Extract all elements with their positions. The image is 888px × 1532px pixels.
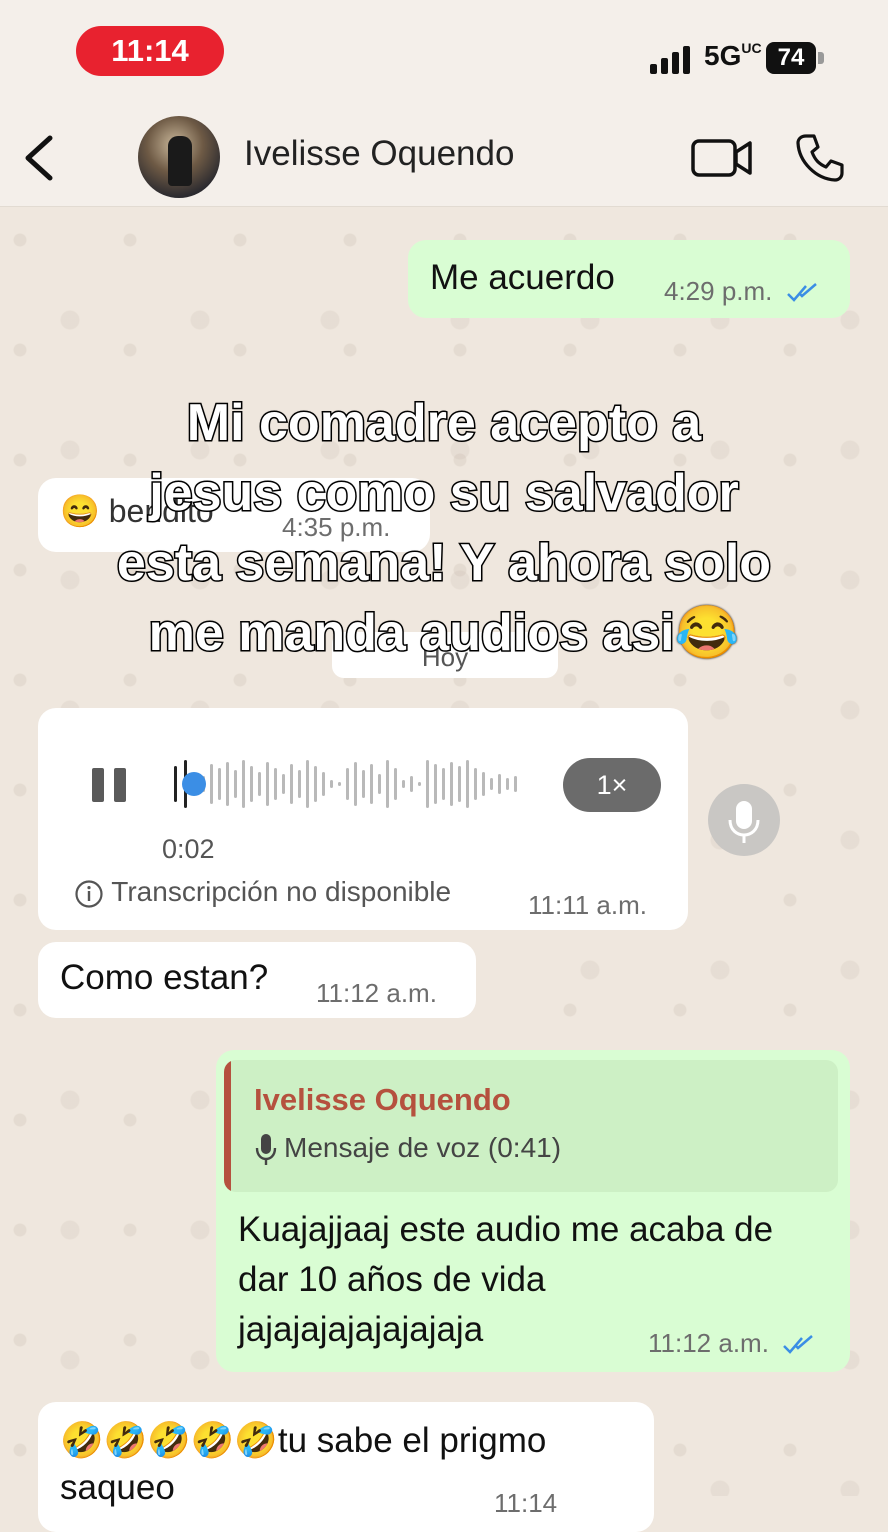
message-text-line: 🤣🤣🤣🤣🤣tu sabe el prigmo: [60, 1421, 547, 1460]
double-check-icon: [786, 283, 817, 302]
contact-name[interactable]: Ivelisse Oquendo: [244, 134, 514, 174]
status-time: 11:14: [76, 26, 224, 76]
message-time: 11:11 a.m.: [528, 890, 647, 920]
video-caption-overlay: Mi comadre acepto a jesus como su salvad…: [60, 388, 828, 668]
message-time: 4:29 p.m.: [664, 276, 822, 307]
message-text-line: dar 10 años de vida: [238, 1260, 546, 1299]
caption-line: Mi comadre acepto a: [185, 393, 702, 454]
pause-button[interactable]: [92, 768, 128, 802]
audio-waveform[interactable]: [172, 754, 532, 814]
message-time: 11:12 a.m.: [316, 978, 437, 1008]
network-label: 5GUC: [704, 40, 762, 71]
reply-quote[interactable]: Ivelisse Oquendo Mensaje de voz (0:41): [224, 1060, 838, 1192]
message-text-line: Kuajajjaaj este audio me acaba de: [238, 1210, 774, 1249]
transcription-status: Transcripción no disponible: [74, 876, 451, 909]
quote-author: Ivelisse Oquendo: [254, 1082, 511, 1117]
caption-line: me manda audios asi😂: [147, 603, 741, 664]
double-check-icon: [783, 1335, 813, 1354]
caption-line: jesus como su salvador: [148, 463, 741, 524]
voice-duration: 0:02: [162, 834, 215, 864]
battery-cap: [818, 52, 824, 64]
video-call-icon: [691, 139, 752, 177]
message-time: 11:14: [494, 1488, 558, 1518]
video-call-button[interactable]: [690, 136, 754, 180]
info-icon: [75, 880, 103, 908]
message-time: 11:12 a.m.: [648, 1328, 818, 1359]
signal-icon: [650, 44, 694, 74]
phone-icon: [796, 134, 844, 182]
message-bubble-incoming[interactable]: 🤣🤣🤣🤣🤣tu sabe el prigmo saqueo 11:14: [38, 1402, 654, 1532]
playback-speed-button[interactable]: 1×: [563, 758, 661, 812]
back-chevron-icon: [25, 135, 53, 181]
microphone-icon: [255, 1134, 277, 1165]
quote-accent-bar: [224, 1060, 231, 1192]
message-bubble-outgoing[interactable]: Me acuerdo 4:29 p.m.: [408, 240, 850, 318]
avatar[interactable]: [138, 116, 220, 198]
status-bar: 11:14 5GUC 74: [0, 0, 888, 110]
battery-icon: 74: [766, 42, 816, 74]
voice-call-button[interactable]: [794, 132, 846, 184]
message-text: Me acuerdo: [430, 258, 615, 297]
message-text-line: saqueo: [60, 1468, 175, 1507]
microphone-icon: [728, 801, 760, 843]
microphone-button[interactable]: [708, 784, 780, 856]
back-button[interactable]: [14, 128, 64, 188]
chat-header: Ivelisse Oquendo: [0, 110, 888, 207]
message-bubble-incoming[interactable]: Como estan? 11:12 a.m.: [38, 942, 476, 1018]
message-text-line: jajajajajajajajaja: [238, 1310, 484, 1349]
quote-text: Mensaje de voz (0:41): [284, 1132, 562, 1163]
caption-line: esta semana! Y ahora solo: [115, 533, 772, 594]
message-text: Como estan?: [60, 958, 269, 997]
